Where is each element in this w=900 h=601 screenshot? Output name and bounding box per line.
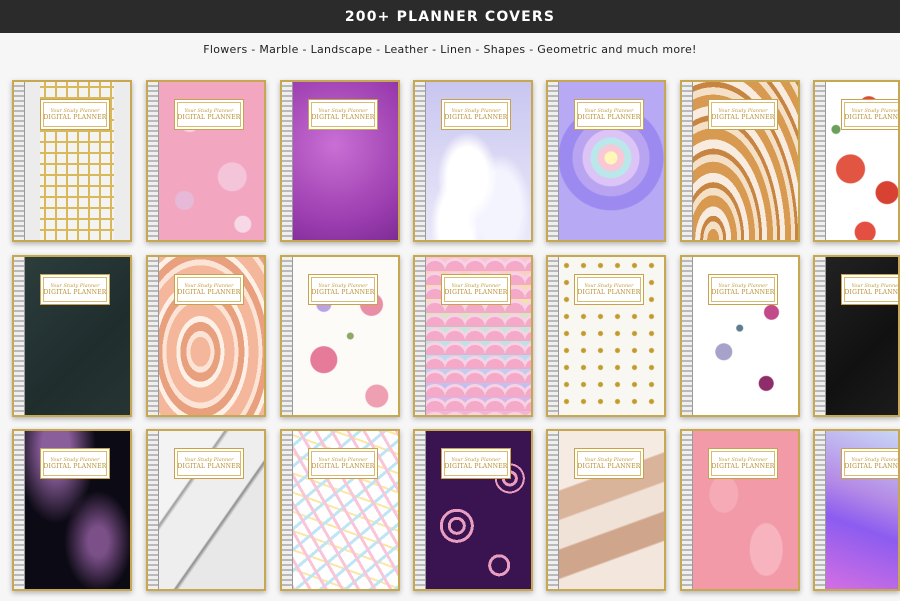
planner-cover[interactable]: Your Study PlannerDIGITAL PLANNER	[12, 429, 132, 591]
cover-label: Your Study PlannerDIGITAL PLANNER	[40, 99, 110, 130]
planner-cover[interactable]: Your Study PlannerDIGITAL PLANNER	[680, 80, 800, 242]
cover-label: Your Study PlannerDIGITAL PLANNER	[708, 99, 778, 130]
planner-cover[interactable]: Your Study PlannerDIGITAL PLANNER	[813, 255, 900, 417]
planner-cover[interactable]: Your Study PlannerDIGITAL PLANNER	[680, 429, 800, 591]
planner-cover[interactable]: Your Study PlannerDIGITAL PLANNER	[280, 255, 400, 417]
spiral-binding	[815, 82, 826, 240]
spiral-binding	[282, 82, 293, 240]
spiral-binding	[415, 431, 426, 589]
cover-label: Your Study PlannerDIGITAL PLANNER	[441, 99, 511, 130]
cover-label: Your Study PlannerDIGITAL PLANNER	[308, 99, 378, 130]
spiral-binding	[415, 257, 426, 415]
spiral-binding	[415, 82, 426, 240]
cover-label: Your Study PlannerDIGITAL PLANNER	[708, 448, 778, 479]
spiral-binding	[14, 431, 25, 589]
planner-cover[interactable]: Your Study PlannerDIGITAL PLANNER	[146, 255, 266, 417]
planner-cover[interactable]: Your Study PlannerDIGITAL PLANNER	[680, 255, 800, 417]
planner-cover[interactable]: Your Study PlannerDIGITAL PLANNER	[413, 255, 533, 417]
planner-cover[interactable]: Your Study PlannerDIGITAL PLANNER	[546, 80, 666, 242]
cover-label: Your Study PlannerDIGITAL PLANNER	[308, 274, 378, 305]
spiral-binding	[682, 82, 693, 240]
cover-grid: Your Study Planner DIGITAL PLANNER Your S…	[0, 0, 900, 601]
spiral-binding	[148, 431, 159, 589]
spiral-binding	[548, 82, 559, 240]
cover-label: Your Study PlannerDIGITAL PLANNER	[708, 274, 778, 305]
cover-label: Your Study PlannerDIGITAL PLANNER	[174, 99, 244, 130]
planner-cover[interactable]: Your Study PlannerDIGITAL PLANNER	[146, 80, 266, 242]
planner-cover[interactable]: Your Study PlannerDIGITAL PLANNER	[813, 80, 900, 242]
planner-cover[interactable]: Your Study PlannerDIGITAL PLANNER	[413, 429, 533, 591]
planner-cover[interactable]: Your Study PlannerDIGITAL PLANNER	[12, 80, 132, 242]
spiral-binding	[682, 431, 693, 589]
spiral-binding	[14, 257, 25, 415]
spiral-binding	[548, 431, 559, 589]
planner-cover[interactable]: Your Study PlannerDIGITAL PLANNER	[146, 429, 266, 591]
planner-cover[interactable]: Your Study PlannerDIGITAL PLANNER	[546, 255, 666, 417]
cover-label: Your Study PlannerDIGITAL PLANNER	[174, 448, 244, 479]
cover-label: Your Study PlannerDIGITAL PLANNER	[40, 274, 110, 305]
spiral-binding	[148, 82, 159, 240]
cover-label: Your Study PlannerDIGITAL PLANNER	[574, 99, 644, 130]
cover-label: Your Study PlannerDIGITAL PLANNER	[841, 274, 898, 305]
cover-label: Your Study PlannerDIGITAL PLANNER	[574, 448, 644, 479]
planner-cover[interactable]: Your Study PlannerDIGITAL PLANNER	[813, 429, 900, 591]
cover-label: Your Study PlannerDIGITAL PLANNER	[441, 448, 511, 479]
cover-label: Your Study PlannerDIGITAL PLANNER	[441, 274, 511, 305]
spiral-binding	[815, 257, 826, 415]
spiral-binding	[815, 431, 826, 589]
planner-cover[interactable]: Your Study PlannerDIGITAL PLANNER	[280, 80, 400, 242]
cover-label: Your Study PlannerDIGITAL PLANNER	[841, 448, 898, 479]
spiral-binding	[682, 257, 693, 415]
spiral-binding	[14, 82, 25, 240]
spiral-binding	[282, 257, 293, 415]
cover-label: Your Study PlannerDIGITAL PLANNER	[40, 448, 110, 479]
spiral-binding	[282, 431, 293, 589]
planner-cover[interactable]: Your Study PlannerDIGITAL PLANNER	[546, 429, 666, 591]
spiral-binding	[148, 257, 159, 415]
spiral-binding	[548, 257, 559, 415]
planner-cover[interactable]: Your Study PlannerDIGITAL PLANNER	[413, 80, 533, 242]
cover-label: Your Study PlannerDIGITAL PLANNER	[308, 448, 378, 479]
planner-cover[interactable]: Your Study PlannerDIGITAL PLANNER	[12, 255, 132, 417]
cover-label: Your Study PlannerDIGITAL PLANNER	[841, 99, 898, 130]
planner-cover[interactable]: Your Study PlannerDIGITAL PLANNER	[280, 429, 400, 591]
cover-label: Your Study PlannerDIGITAL PLANNER	[174, 274, 244, 305]
cover-label: Your Study PlannerDIGITAL PLANNER	[574, 274, 644, 305]
